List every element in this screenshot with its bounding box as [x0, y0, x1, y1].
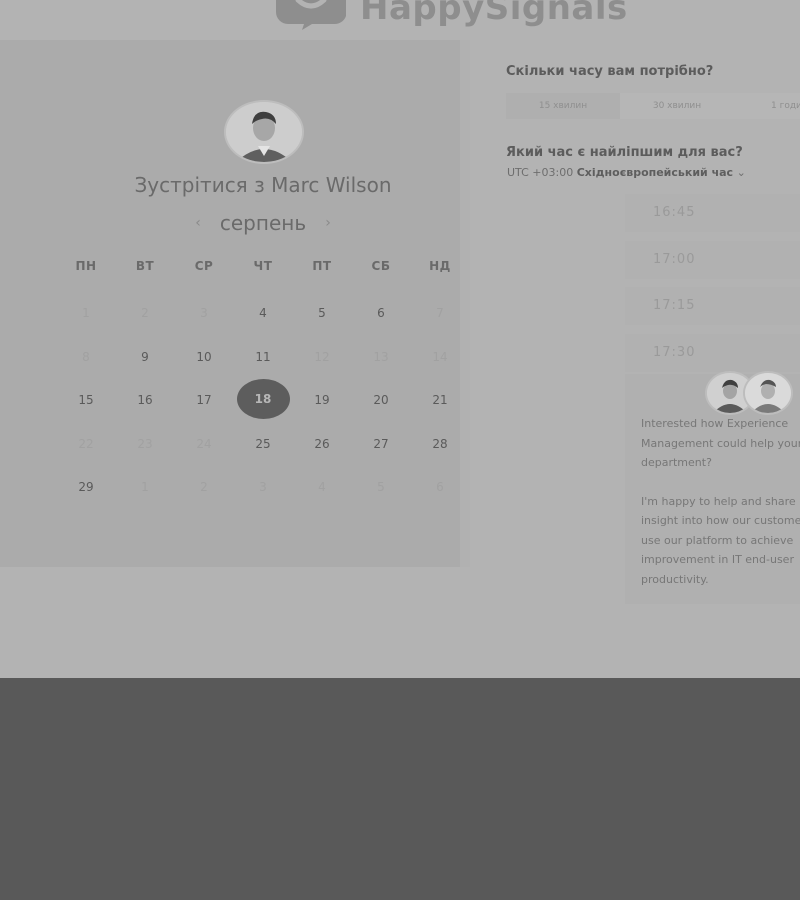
- calendar-day-disabled: 1: [141, 480, 149, 494]
- promo-line: I'm happy to help and share: [641, 494, 796, 508]
- calendar-day[interactable]: 17: [184, 390, 224, 410]
- duration-tab-15[interactable]: 15 хвилин: [506, 93, 620, 119]
- promo-line: department?: [641, 456, 712, 469]
- time-slot[interactable]: 16:45: [625, 194, 800, 232]
- calendar-day-disabled: 4: [318, 480, 326, 494]
- footer-band: [0, 678, 800, 900]
- calendar-day[interactable]: 4: [243, 303, 283, 323]
- calendar-day[interactable]: 20: [361, 390, 401, 410]
- calendar-day-disabled: 3: [200, 306, 208, 320]
- weekday-header: ПТ: [312, 259, 332, 273]
- calendar-day-disabled: 13: [373, 350, 389, 364]
- calendar-day[interactable]: 9: [125, 347, 165, 367]
- timezone-select[interactable]: UTC +03:00 Східноєвропейський час ⌄: [507, 166, 746, 179]
- meeting-title: Зустрітися з Marc Wilson: [134, 173, 392, 197]
- host-avatar: [224, 100, 304, 164]
- calendar-day[interactable]: 5: [302, 303, 342, 323]
- duration-tab-30[interactable]: 30 хвилин: [620, 93, 734, 119]
- calendar-day-disabled: 5: [377, 480, 385, 494]
- time-question: Який час є найліпшим для вас?: [506, 145, 743, 160]
- calendar-day[interactable]: 25: [243, 434, 283, 454]
- duration-tab-60[interactable]: 1 годину: [734, 93, 800, 119]
- timezone-offset: UTC +03:00: [507, 166, 574, 179]
- calendar-day[interactable]: 16: [125, 390, 165, 410]
- month-label: серпень: [219, 211, 307, 235]
- calendar-day[interactable]: 19: [302, 390, 342, 410]
- avatar: [743, 371, 793, 415]
- calendar-day-disabled: 6: [436, 480, 444, 494]
- calendar-day[interactable]: 26: [302, 434, 342, 454]
- calendar-day-disabled: 23: [137, 437, 153, 451]
- calendar-day-disabled: 24: [196, 437, 212, 451]
- weekday-header: ВТ: [135, 259, 155, 273]
- calendar-day[interactable]: 10: [184, 347, 224, 367]
- calendar-day[interactable]: 21: [420, 390, 460, 410]
- month-navigation: ‹ серпень ›: [190, 210, 336, 236]
- chevron-left-icon[interactable]: ‹: [190, 215, 206, 231]
- promo-paragraph-1: Interested how Experience Management cou…: [641, 414, 800, 473]
- calendar-day[interactable]: 27: [361, 434, 401, 454]
- promo-line: Management could help your: [641, 436, 800, 450]
- speech-bubble-logo-icon: [272, 0, 350, 30]
- chevron-right-icon[interactable]: ›: [320, 215, 336, 231]
- calendar-day[interactable]: 15: [66, 390, 106, 410]
- timezone-name: Східноєвропейський час: [576, 166, 734, 179]
- promo-text: Interested how Experience Management cou…: [641, 414, 800, 589]
- promo-line: insight into how our customers: [641, 514, 800, 527]
- calendar-day-disabled: 2: [200, 480, 208, 494]
- calendar-day[interactable]: 6: [361, 303, 401, 323]
- calendar-day-disabled: 3: [259, 480, 267, 494]
- weekday-header: ПН: [75, 259, 97, 273]
- calendar-day-disabled: 1: [82, 306, 90, 320]
- calendar-day[interactable]: 29: [66, 477, 106, 497]
- weekday-header: ЧТ: [253, 259, 273, 273]
- calendar-day-disabled: 8: [82, 350, 90, 364]
- promo-line: improvement in IT end-user: [641, 553, 794, 566]
- promo-line: productivity.: [641, 572, 709, 586]
- time-slot[interactable]: 17:30: [625, 334, 800, 372]
- promo-paragraph-2: I'm happy to help and share insight into…: [641, 492, 800, 590]
- chevron-down-icon: ⌄: [736, 166, 746, 179]
- calendar-day-disabled: 14: [432, 350, 448, 364]
- promo-line: Interested how Experience: [641, 417, 789, 430]
- weekday-header: СБ: [371, 259, 391, 273]
- duration-tabs: 15 хвилин 30 хвилин 1 годину: [506, 93, 800, 119]
- promo-avatars: [705, 371, 793, 415]
- promo-line: use our platform to achieve: [641, 533, 794, 547]
- brand-name: HappySignals: [360, 0, 628, 28]
- weekday-header: НД: [429, 259, 451, 273]
- weekday-header: СР: [194, 259, 214, 273]
- calendar-day-selected[interactable]: 18: [243, 389, 283, 409]
- calendar-day[interactable]: 28: [420, 434, 460, 454]
- brand-header: HappySignals: [272, 0, 628, 30]
- calendar-day[interactable]: 11: [243, 347, 283, 367]
- duration-question: Скільки часу вам потрібно?: [506, 64, 714, 79]
- calendar-day-disabled: 22: [78, 437, 94, 451]
- calendar-day-disabled: 12: [314, 350, 330, 364]
- calendar-day-disabled: 7: [436, 306, 444, 320]
- time-slot[interactable]: 17:00: [625, 241, 800, 279]
- calendar-day-disabled: 2: [141, 306, 149, 320]
- time-slot[interactable]: 17:15: [625, 287, 800, 325]
